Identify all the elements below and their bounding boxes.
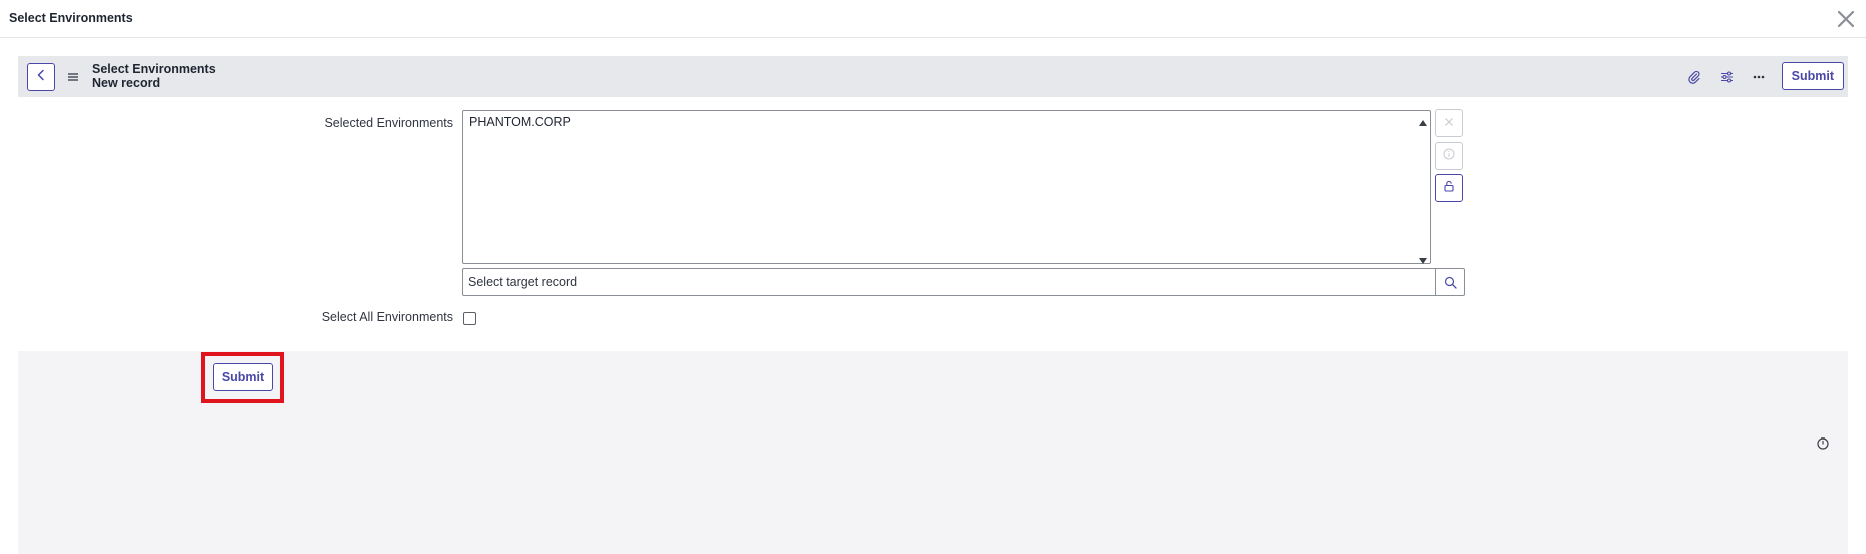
close-icon[interactable]	[1834, 7, 1858, 31]
scroll-up-arrow[interactable]	[1418, 114, 1428, 126]
selected-environments-label: Selected Environments	[324, 116, 453, 130]
unlock-button[interactable]	[1435, 174, 1463, 202]
target-record-field	[462, 268, 1465, 296]
hamburger-icon[interactable]	[67, 70, 79, 82]
close-icon	[1444, 114, 1454, 132]
paperclip-icon[interactable]	[1684, 67, 1704, 87]
info-icon	[1443, 147, 1455, 165]
select-all-checkbox[interactable]	[463, 312, 476, 325]
timer-icon[interactable]	[1815, 435, 1831, 451]
selected-environments-list[interactable]: PHANTOM.CORP	[462, 110, 1431, 264]
back-button[interactable]	[27, 63, 55, 91]
target-record-input[interactable]	[463, 269, 1435, 295]
unlock-icon	[1443, 179, 1455, 197]
scroll-down-arrow[interactable]	[1418, 252, 1428, 264]
dialog-title: Select Environments	[9, 11, 133, 25]
remove-selected-button[interactable]	[1435, 109, 1463, 137]
header-titles: Select Environments New record	[92, 62, 216, 90]
dialog-titlebar: Select Environments	[0, 0, 1866, 38]
header-title: Select Environments	[92, 62, 216, 76]
submit-button[interactable]: Submit	[213, 363, 273, 391]
info-button[interactable]	[1435, 142, 1463, 170]
sliders-icon[interactable]	[1717, 67, 1737, 87]
form-header: Select Environments New record Submit	[18, 56, 1848, 97]
header-submit-button[interactable]: Submit	[1781, 62, 1844, 90]
form-footer	[18, 351, 1848, 554]
list-item[interactable]: PHANTOM.CORP	[469, 115, 571, 129]
more-icon[interactable]	[1749, 67, 1769, 87]
select-all-label: Select All Environments	[321, 310, 453, 324]
header-subtitle: New record	[92, 76, 161, 90]
chevron-left-icon	[35, 68, 47, 86]
search-icon[interactable]	[1435, 269, 1464, 295]
